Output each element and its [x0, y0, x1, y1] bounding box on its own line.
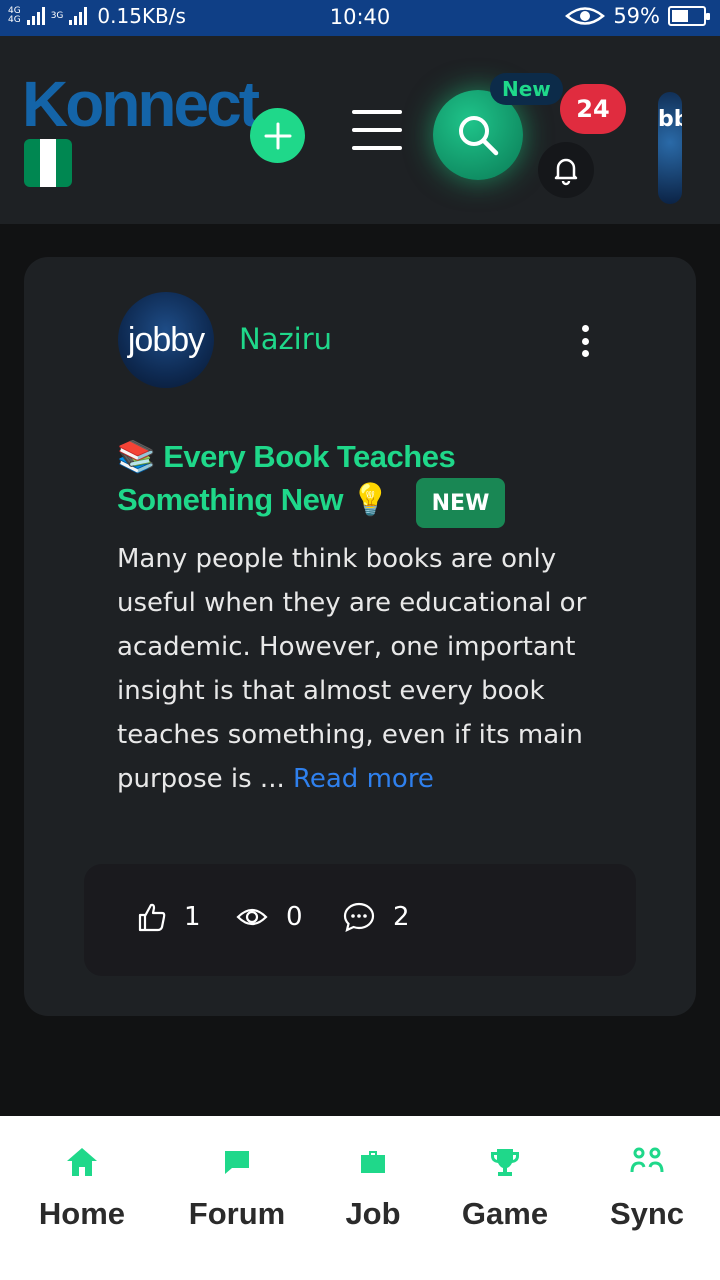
plus-icon — [264, 122, 291, 149]
post-stats: 1 0 2 — [84, 864, 636, 976]
notification-count-badge: 24 — [560, 84, 626, 134]
search-icon — [459, 116, 499, 156]
menu-bar — [352, 146, 402, 150]
like-stat[interactable]: 1 — [138, 902, 201, 932]
nav-home-label: Home — [38, 1196, 126, 1231]
books-emoji: 📚 — [117, 439, 156, 474]
battery-icon — [668, 6, 710, 26]
app-header: Konnect New 24 bb — [0, 36, 720, 224]
dot — [581, 337, 589, 345]
notifications-button[interactable] — [538, 142, 594, 198]
battery-fill — [672, 10, 689, 22]
author-avatar[interactable]: jobby — [118, 292, 214, 388]
more-options-button[interactable] — [576, 325, 594, 357]
comment-icon — [343, 902, 375, 932]
author-avatar-text: jobby — [127, 320, 205, 359]
eye-comfort-icon — [565, 7, 606, 25]
new-label: New — [490, 73, 563, 105]
create-post-button[interactable] — [250, 108, 305, 163]
menu-button[interactable] — [352, 110, 402, 150]
home-icon — [64, 1144, 100, 1180]
like-count: 1 — [184, 902, 201, 932]
trophy-icon — [487, 1144, 523, 1180]
menu-bar — [352, 110, 402, 114]
nav-game-label: Game — [461, 1196, 549, 1231]
view-count: 0 — [286, 902, 303, 932]
comment-stat[interactable]: 2 — [343, 902, 410, 932]
menu-bar — [352, 128, 402, 132]
author-name[interactable]: Naziru — [239, 322, 332, 356]
avatar-text: bb — [658, 107, 682, 132]
thumbs-up-icon — [138, 903, 166, 932]
lightbulb-emoji: 💡 — [351, 482, 390, 517]
profile-avatar[interactable]: bb — [658, 92, 682, 204]
nav-home[interactable]: Home — [37, 1144, 127, 1232]
post-card: jobby Naziru 📚 Every Book Teaches Someth… — [24, 257, 696, 1016]
excerpt-text: Many people think books are only useful … — [117, 544, 587, 794]
bottom-navigation: Home Forum Job Game Sync — [0, 1116, 720, 1280]
nav-forum[interactable]: Forum — [187, 1144, 287, 1232]
nav-sync-label: Sync — [609, 1196, 685, 1231]
nav-sync[interactable]: Sync — [609, 1144, 685, 1232]
flag-stripe-middle — [40, 139, 56, 187]
chat-icon — [219, 1144, 255, 1180]
bell-icon — [554, 158, 578, 186]
post-excerpt: Many people think books are only useful … — [117, 537, 637, 801]
nav-game[interactable]: Game — [459, 1144, 551, 1232]
flag-stripe-right — [56, 139, 72, 187]
nav-job-label: Job — [345, 1196, 401, 1231]
view-stat: 0 — [236, 902, 303, 932]
battery-percent: 59% — [613, 4, 660, 28]
flag-icon[interactable] — [24, 139, 72, 187]
people-icon — [629, 1144, 665, 1180]
dot — [581, 350, 589, 357]
status-right: 59% — [565, 4, 710, 28]
read-more-link[interactable]: Read more — [293, 764, 434, 794]
dot — [581, 325, 589, 332]
briefcase-icon — [355, 1144, 391, 1180]
app-logo[interactable]: Konnect — [22, 72, 260, 136]
post-title-text: Every Book Teaches Something New — [117, 439, 456, 517]
nav-job[interactable]: Job — [344, 1144, 402, 1232]
nav-forum-label: Forum — [188, 1196, 286, 1231]
comment-count: 2 — [393, 902, 410, 932]
flag-stripe-left — [24, 139, 40, 187]
status-bar: 4G 4G 3G 0.15KB/s 10:40 59% — [0, 0, 720, 36]
new-badge: NEW — [416, 478, 505, 528]
eye-icon — [236, 908, 268, 926]
